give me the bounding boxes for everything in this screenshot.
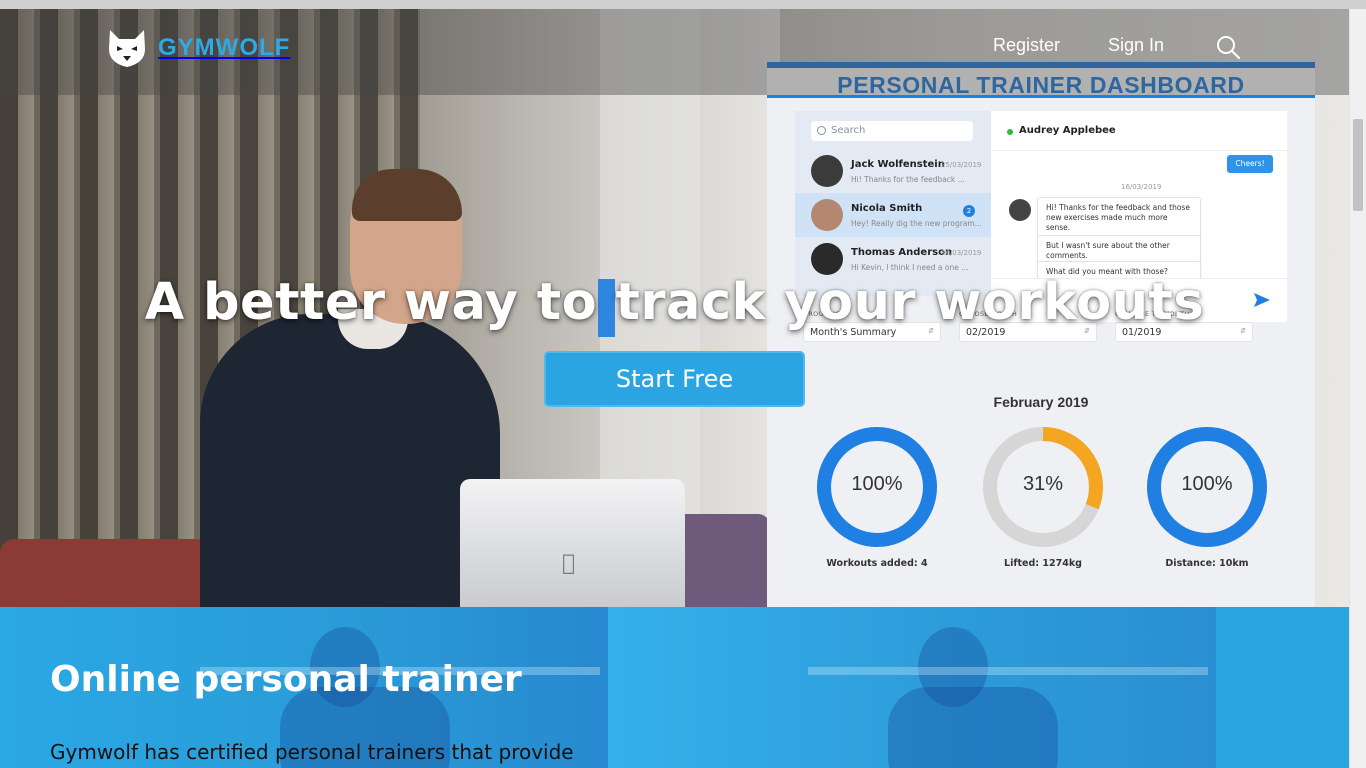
hero-photo-laptop [460,479,685,607]
stat-donut-workouts: 100% [815,425,939,549]
month-title: February 2019 [993,394,1089,410]
avatar [811,243,843,275]
stat-caption: Workouts added: 4 [826,558,928,569]
hero-section:  PERSONAL TRAINER DASHBOARD Search Jack… [0,9,1349,607]
wolf-logo-icon [109,30,145,67]
chat-preview: Hi Kevin, I think I need a one ... [851,263,969,272]
conversation-date: 16/03/2019 [1121,183,1162,191]
online-status-icon [1007,129,1013,135]
conversation-header: Audrey Applebee [991,111,1287,151]
browser-top-strip [0,0,1366,9]
brand-name: GYMWOLF [158,34,291,61]
photo-gym-bar [808,667,1208,675]
signin-link[interactable]: Sign In [1108,35,1164,56]
received-message: Hi! Thanks for the feedback and those ne… [1037,197,1201,240]
chat-item: Jack Wolfenstein 25/03/2019 Hi! Thanks f… [795,149,991,193]
hero-photo-person [200,314,500,607]
feature-bg-tail [1216,607,1349,768]
brand-logo[interactable]: GYMWOLF [106,27,290,69]
stat-value: 31% [1022,473,1064,495]
search-icon[interactable] [1215,34,1241,60]
stat-caption: Distance: 10km [1165,558,1249,569]
chat-item: Nicola Smith 2 Hey! Really dig the new p… [795,193,991,237]
photo-figure [888,687,1058,768]
scrollbar-thumb[interactable] [1353,119,1363,211]
unread-badge: 2 [963,205,975,217]
chat-name: Thomas Anderson [851,247,953,258]
chat-search-placeholder: Search [831,125,866,136]
stat-value: 100% [851,473,903,495]
chat-search: Search [811,121,973,141]
stat-donut-lifted: 31% [981,425,1105,549]
chat-date: 16/03/2019 [941,249,982,257]
avatar [1009,199,1031,221]
hero-photo-chair [0,539,210,607]
search-icon [817,126,826,135]
conversation-contact: Audrey Applebee [1019,125,1116,136]
avatar [811,155,843,187]
dashboard-mockup: PERSONAL TRAINER DASHBOARD Search Jack W… [767,62,1315,607]
start-free-button[interactable]: Start Free [544,351,805,407]
chat-name: Jack Wolfenstein [851,159,945,170]
hero-headline: A better way to track your workouts [144,273,1205,332]
sent-message: Cheers! [1227,155,1273,174]
chat-date: 25/03/2019 [941,161,982,169]
feature-photo-right [608,607,1216,768]
page-scrollbar[interactable] [1349,9,1366,768]
conversation-panel: Audrey Applebee Cheers! 16/03/2019 Hi! T… [991,111,1287,296]
stat-donut-distance: 100% [1145,425,1269,549]
apple-logo-icon:  [562,551,582,576]
avatar [811,199,843,231]
register-link[interactable]: Register [993,35,1060,56]
chat-name: Nicola Smith [851,203,923,214]
section-text: Gymwolf has certified personal trainers … [50,740,574,764]
section-title: Online personal trainer [50,659,522,700]
stat-caption: Lifted: 1274kg [1004,558,1082,569]
chat-preview: Hey! Really dig the new program... [851,219,982,228]
feature-section: Online personal trainer Gymwolf has cert… [0,607,1349,768]
chat-list: Search Jack Wolfenstein 25/03/2019 Hi! T… [795,111,991,296]
stat-value: 100% [1181,473,1233,495]
chat-preview: Hi! Thanks for the feedback ... [851,175,965,184]
